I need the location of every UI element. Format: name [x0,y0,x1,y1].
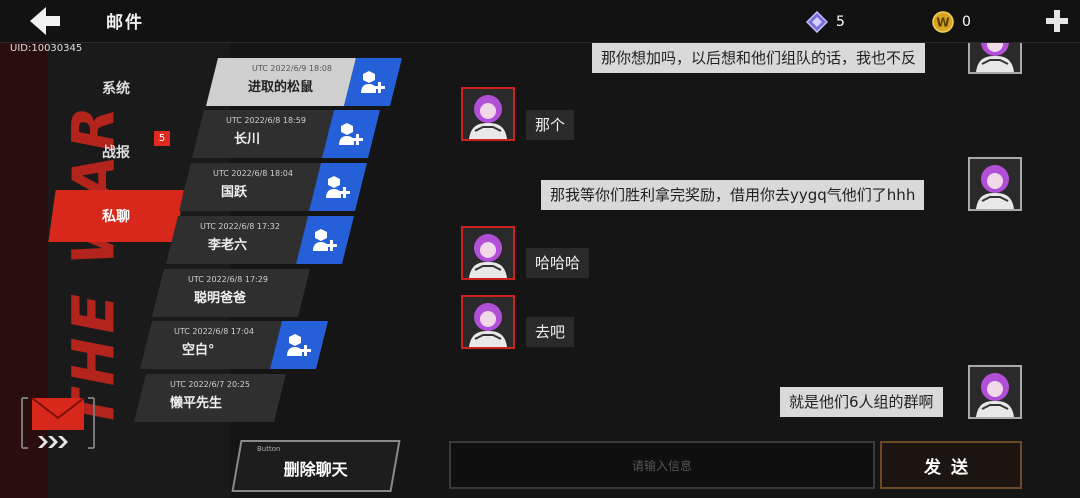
user-id: UID:10030345 [10,43,83,54]
avatar [968,365,1022,419]
message-bubble: 那我等你们胜利拿完奖励，借用你去yygq气他们了hhh [541,180,925,210]
message-bubble: 就是他们6人组的群啊 [780,387,943,417]
contact-item[interactable]: UTC 2022/6/8 18:59 长川 [192,110,380,158]
contact-name: 懒平先生 [170,396,223,411]
contact-item[interactable]: UTC 2022/6/7 20:25 懒平先生 [134,374,286,422]
add-friend-icon [313,229,337,251]
notification-badge: 5 [154,131,170,146]
contact-item[interactable]: UTC 2022/6/8 17:29 聪明爸爸 [152,269,310,317]
avatar-image [970,367,1020,417]
mail-icon[interactable] [20,396,96,450]
message-input[interactable]: 请输入信息 [449,441,875,489]
back-arrow-icon[interactable] [30,7,60,35]
coin-counter: W 0 [932,10,971,34]
top-bar: 邮件 5 W 0 [0,0,1080,43]
avatar-image [970,159,1020,209]
gem-icon [806,11,828,33]
contact-name: 进取的松鼠 [248,80,314,95]
avatar [461,295,515,349]
contact-time: UTC 2022/6/9 18:08 [252,64,332,73]
gem-count: 5 [836,14,845,30]
contact-time: UTC 2022/6/7 20:25 [170,380,250,389]
message-bubble: 哈哈哈 [526,248,590,278]
gem-counter: 5 [806,10,845,34]
tab-system[interactable]: 系统 [48,62,183,114]
contact-item[interactable]: UTC 2022/6/9 18:08 进取的松鼠 [206,58,402,106]
tab-label: 战报 [102,145,130,161]
avatar-image [463,228,513,278]
contact-item[interactable]: UTC 2022/6/8 18:04 国跃 [179,163,367,211]
avatar-image [463,297,513,347]
coin-count: 0 [962,14,971,30]
avatar-image [463,89,513,139]
add-friend-icon [287,334,311,356]
message-bubble: 去吧 [526,317,575,347]
page-title: 邮件 [106,13,144,33]
button-caption: Button [256,445,281,453]
send-button[interactable]: 发送 [880,441,1022,489]
coin-icon: W [932,11,954,33]
avatar [461,87,515,141]
contact-time: UTC 2022/6/8 18:04 [213,169,293,178]
contact-name: 空白° [182,343,215,358]
contact-name: 李老六 [208,238,248,253]
delete-chat-label: 删除聊天 [283,460,348,479]
plus-icon[interactable] [1046,10,1068,32]
contact-name: 聪明爸爸 [194,291,247,306]
contact-name: 长川 [234,132,261,147]
add-friend-icon [339,123,363,145]
add-friend-icon [326,176,350,198]
contact-time: UTC 2022/6/8 17:29 [188,275,268,284]
delete-chat-button[interactable]: Button 删除聊天 [231,440,401,492]
tab-private-chat[interactable]: 私聊 [48,190,184,242]
svg-text:W: W [936,16,949,30]
add-friend-icon [361,71,385,93]
contact-name: 国跃 [221,185,248,200]
contact-time: UTC 2022/6/8 17:04 [174,327,254,336]
contact-time: UTC 2022/6/8 17:32 [200,222,280,231]
message-bubble: 那个 [526,110,575,140]
contact-item[interactable]: UTC 2022/6/8 17:04 空白° [140,321,328,369]
message-input-placeholder: 请输入信息 [631,458,692,473]
avatar [968,157,1022,211]
message-bubble: 那你想加吗，以后想和他们组队的话，我也不反 [592,43,926,73]
tab-label: 私聊 [102,209,130,225]
avatar [461,226,515,280]
contact-time: UTC 2022/6/8 18:59 [226,116,306,125]
contact-item[interactable]: UTC 2022/6/8 17:32 李老六 [166,216,354,264]
tab-label: 系统 [102,81,130,97]
